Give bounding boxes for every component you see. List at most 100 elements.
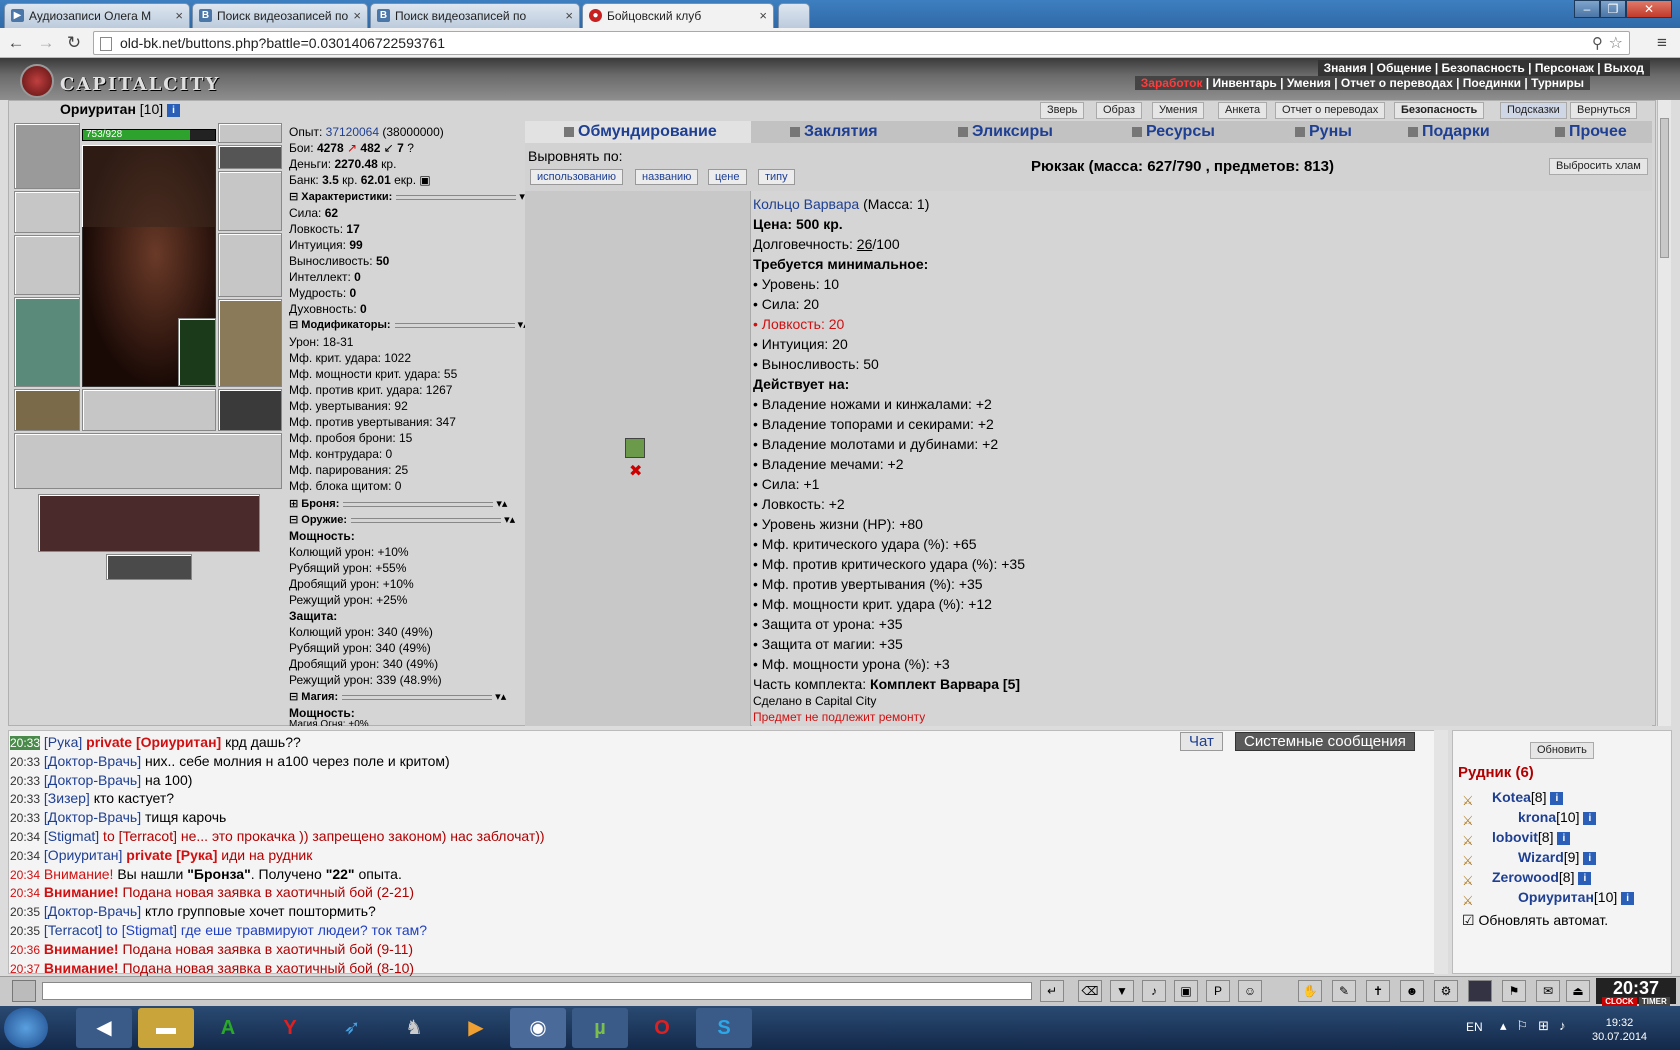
spell-slots[interactable] <box>38 494 260 552</box>
sort-by-type[interactable]: типу <box>758 169 795 185</box>
item-name[interactable]: Кольцо Варвара <box>753 196 859 212</box>
menu-skills[interactable]: Умения <box>1287 76 1331 90</box>
checkbox-icon[interactable]: ☑ <box>1462 912 1475 928</box>
tray-icons[interactable]: ▴⚐⊞♪ <box>1500 1018 1576 1034</box>
action-icon[interactable]: ⚑ <box>1502 980 1526 1002</box>
helmet-slot[interactable] <box>14 123 80 189</box>
action-icon[interactable]: ✋ <box>1298 980 1322 1002</box>
minimize-icon[interactable]: – <box>1574 0 1600 18</box>
tab-other[interactable]: Прочее <box>1555 123 1627 141</box>
sort-by-price[interactable]: цене <box>708 169 747 185</box>
rune-slots[interactable] <box>82 389 216 431</box>
taskbar-chrome-icon[interactable]: ◉ <box>510 1008 566 1048</box>
info-icon[interactable]: i <box>1550 791 1564 805</box>
chat-nick[interactable]: [Stigmat] <box>44 828 99 844</box>
browser-tab-2[interactable]: B Поиск видеозаписей по × <box>192 3 368 28</box>
menu-inventory[interactable]: Инвентарь <box>1213 76 1277 90</box>
armor-header[interactable]: ⊞ Броня: ▾▴ <box>289 497 521 510</box>
taskbar-cs-icon[interactable]: ♞ <box>386 1008 442 1048</box>
tab-runes[interactable]: Руны <box>1295 123 1352 141</box>
taskbar-yandex-icon[interactable]: Y <box>262 1008 318 1048</box>
gloves-slot[interactable] <box>218 123 282 143</box>
start-button[interactable] <box>4 1008 48 1048</box>
chat-nick[interactable]: [Зизер] <box>44 790 90 806</box>
chat-nick[interactable]: [Рука] <box>44 734 82 750</box>
browser-tab-3[interactable]: B Поиск видеозаписей по × <box>370 3 580 28</box>
btn-pet[interactable]: Зверь <box>1040 102 1085 119</box>
btn-skills[interactable]: Умения <box>1152 102 1205 119</box>
map-icon[interactable] <box>1468 980 1492 1002</box>
offhand-slot[interactable] <box>218 171 282 231</box>
new-tab-button[interactable] <box>778 3 810 28</box>
tab-equipment[interactable]: Обмундирование <box>564 123 717 141</box>
address-bar[interactable]: old-bk.net/buttons.php?battle=0.03014067… <box>93 31 1630 55</box>
info-icon[interactable]: i <box>1578 871 1592 885</box>
room-player[interactable]: Kotea[8] i <box>1492 789 1564 805</box>
close-icon[interactable]: × <box>565 8 573 23</box>
menu-communication[interactable]: Общение <box>1377 61 1432 75</box>
menu-security[interactable]: Безопасность <box>1442 61 1525 75</box>
taskbar-sound-icon[interactable]: ◀ <box>76 1008 132 1048</box>
refresh-button[interactable]: Обновить <box>1530 742 1594 759</box>
menu-knowledge[interactable]: Знания <box>1324 61 1367 75</box>
bracers-slot[interactable] <box>14 191 80 233</box>
main-scrollbar[interactable] <box>1657 100 1671 726</box>
action-icon[interactable]: ✝ <box>1366 980 1390 1002</box>
reload-icon[interactable]: ↻ <box>64 33 84 53</box>
empty-slots-grid[interactable] <box>14 433 282 489</box>
taskbar-bird-icon[interactable]: ➶ <box>324 1008 380 1048</box>
chat-nick[interactable]: [Terracot] <box>44 922 102 938</box>
room-player[interactable]: Wizard[9] i <box>1518 849 1597 865</box>
room-player[interactable]: Zerowood[8] i <box>1492 869 1592 885</box>
action-icon[interactable]: ✉ <box>1536 980 1560 1002</box>
taskbar-folder-icon[interactable]: ▬ <box>138 1008 194 1048</box>
menu-earnings[interactable]: Заработок <box>1141 76 1203 90</box>
boots-slot[interactable] <box>218 389 282 431</box>
shield-slot[interactable] <box>218 233 282 297</box>
use-item-icon[interactable] <box>625 438 645 458</box>
tab-resources[interactable]: Ресурсы <box>1132 123 1215 141</box>
tab-chat[interactable]: Чат <box>1180 732 1223 751</box>
menu-icon[interactable]: ≡ <box>1652 33 1672 53</box>
translit-icon[interactable]: P <box>1206 980 1230 1002</box>
cloak-slot[interactable] <box>14 297 80 387</box>
magic-header[interactable]: ⊟ Магия: ▾▴ <box>289 690 521 703</box>
sort-by-name[interactable]: названию <box>635 169 699 185</box>
btn-image[interactable]: Образ <box>1096 102 1143 119</box>
filter-icon[interactable]: ▼ <box>1110 980 1134 1002</box>
btn-return[interactable]: Вернуться <box>1570 102 1638 119</box>
menu-transfers[interactable]: Отчет о переводах <box>1341 76 1453 90</box>
system-clock[interactable]: 19:32 30.07.2014 <box>1592 1016 1647 1044</box>
info-icon[interactable]: i <box>167 103 181 117</box>
extra-slots[interactable] <box>106 554 192 580</box>
menu-fights[interactable]: Поединки <box>1463 76 1521 90</box>
chat-nick[interactable]: [Доктор-Врачь] <box>44 809 141 825</box>
btn-security[interactable]: Безопасность <box>1394 102 1485 119</box>
weapon-slot[interactable] <box>14 235 80 295</box>
exit-icon[interactable]: ⏏ <box>1566 980 1590 1002</box>
modifiers-header[interactable]: ⊟ Модификаторы: ▾▴ <box>289 318 529 331</box>
chat-nick[interactable]: [Ориуритан] <box>44 847 123 863</box>
close-icon[interactable]: × <box>175 8 183 23</box>
belt-slot[interactable] <box>14 389 80 431</box>
ring-slots[interactable] <box>82 145 216 227</box>
action-icon[interactable]: ✎ <box>1332 980 1356 1002</box>
close-icon[interactable]: × <box>759 8 767 23</box>
taskbar-app-a-icon[interactable]: A <box>200 1008 256 1048</box>
sort-by-usage[interactable]: использованию <box>530 169 623 185</box>
info-icon[interactable]: i <box>1557 831 1571 845</box>
info-icon[interactable]: i <box>1621 891 1635 905</box>
send-icon[interactable]: ↵ <box>1040 980 1064 1002</box>
menu-character[interactable]: Персонаж <box>1535 61 1594 75</box>
save-icon[interactable]: ▣ <box>1174 980 1198 1002</box>
btn-profile[interactable]: Анкета <box>1218 102 1268 119</box>
maximize-icon[interactable]: ❐ <box>1600 0 1626 18</box>
chat-nick[interactable]: [Доктор-Врачь] <box>44 903 141 919</box>
action-icon[interactable]: ⚙ <box>1434 980 1458 1002</box>
room-player[interactable]: lobovit[8] i <box>1492 829 1571 845</box>
exp-value[interactable]: 37120064 <box>326 125 379 139</box>
stats-header[interactable]: ⊟ Характеристики: ▾▴ <box>289 190 530 203</box>
chat-input[interactable] <box>42 982 1032 1000</box>
tab-system-messages[interactable]: Системные сообщения <box>1235 732 1415 751</box>
tab-spells[interactable]: Заклятия <box>790 123 878 141</box>
